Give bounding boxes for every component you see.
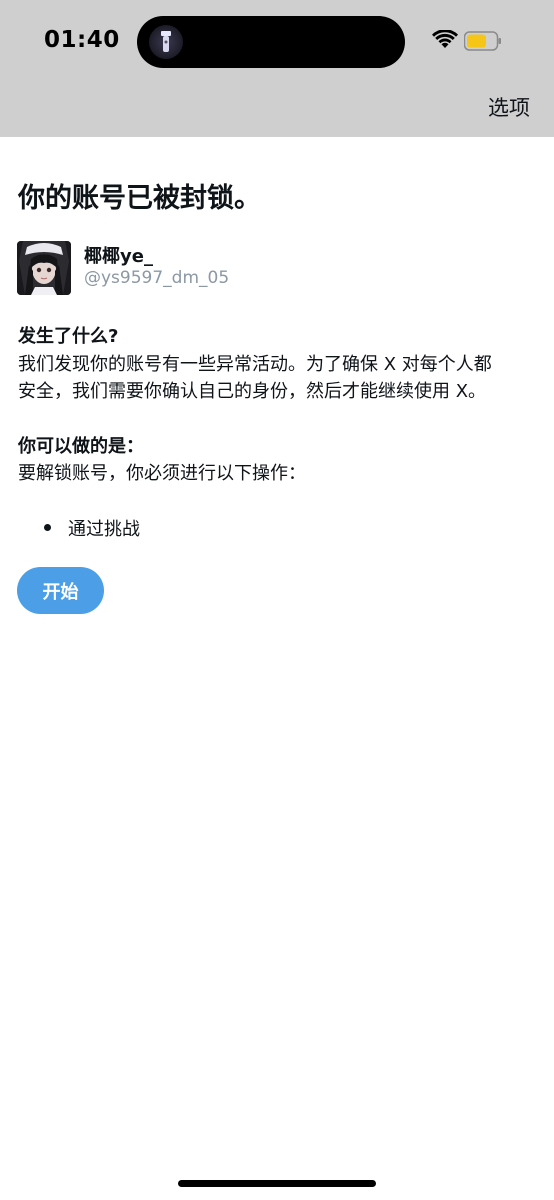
wifi-icon <box>432 30 458 48</box>
what-happened-line: 我们发现你的账号有一些异常活动。为了确保 X 对每个人都 <box>18 354 492 375</box>
what-happened-heading: 发生了什么? <box>18 326 119 347</box>
home-indicator[interactable] <box>178 1180 376 1187</box>
start-button[interactable]: 开始 <box>17 567 104 614</box>
dynamic-island <box>137 16 405 68</box>
options-button[interactable]: 选项 <box>488 92 530 122</box>
user-handle: @ys9597_dm_05 <box>84 268 230 288</box>
list-item: 通过挑战 <box>68 519 140 540</box>
battery-icon <box>464 31 501 51</box>
what-happened-text: 我们发现你的账号有一些异常活动。为了确保 X 对每个人都 安全，我们需要你确认自… <box>18 351 538 405</box>
what-you-can-do-text: 要解锁账号，你必须进行以下操作： <box>18 463 306 484</box>
top-bar: 01:40 选项 <box>0 0 554 137</box>
avatar <box>17 241 71 295</box>
what-happened-line: 安全，我们需要你确认自己的身份，然后才能继续使用 X。 <box>18 381 487 402</box>
page-title: 你的账号已被封锁。 <box>18 183 261 214</box>
flashlight-icon <box>149 25 183 59</box>
status-time: 01:40 <box>44 27 120 53</box>
bullet-icon <box>44 524 51 531</box>
user-display-name: 椰椰ye_ <box>84 246 153 267</box>
what-you-can-do-heading: 你可以做的是： <box>18 436 144 457</box>
